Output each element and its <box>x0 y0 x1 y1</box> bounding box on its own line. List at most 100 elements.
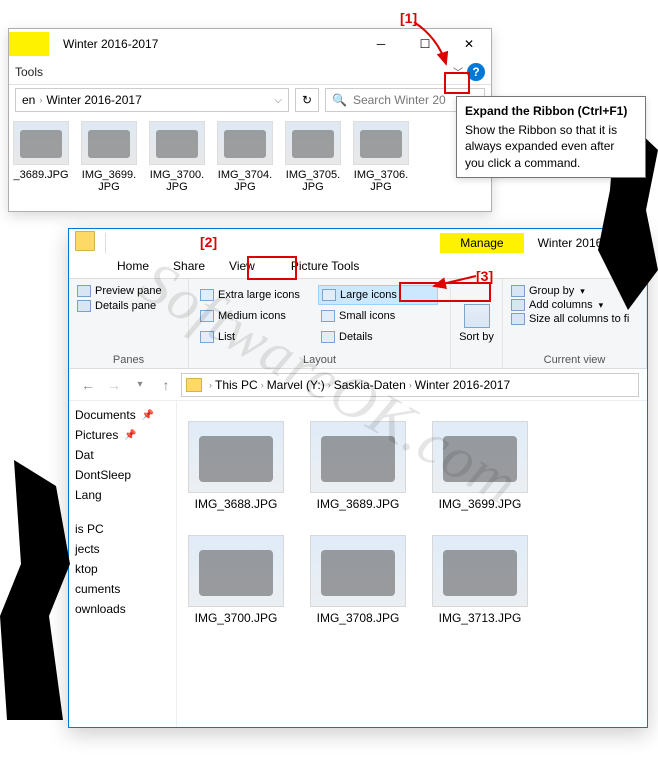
thumbnail-image <box>310 535 406 607</box>
nav-item-lang[interactable]: Lang <box>73 487 172 503</box>
file-thumbnail[interactable]: IMG_3689.JPG <box>309 421 407 511</box>
menu-tools[interactable]: Tools <box>15 65 43 79</box>
addressbar-dropdown-icon[interactable]: ⌵ <box>274 95 282 106</box>
label: Documents <box>75 408 136 422</box>
layout-icon <box>321 331 335 343</box>
file-thumbnail[interactable]: IMG_3705.JPG <box>285 121 341 193</box>
preview-pane-button[interactable]: Preview pane <box>77 285 180 297</box>
file-thumbnail[interactable]: IMG_3700.JPG <box>187 535 285 625</box>
file-thumbnail[interactable]: IMG_3706.JPG <box>353 121 409 193</box>
file-thumbnail[interactable]: IMG_3713.JPG <box>431 535 529 625</box>
file-thumbnail[interactable]: IMG_3699.JPG <box>81 121 137 193</box>
nav-back-button[interactable]: ← <box>77 374 99 396</box>
preview-pane-icon <box>77 285 91 297</box>
qat-separator <box>105 233 111 253</box>
file-name: IMG_3705.JPG <box>285 169 341 193</box>
file-name: _3689.JPG <box>13 169 68 181</box>
titlebar[interactable]: Manage Winter 2016-2017 <box>69 229 647 253</box>
file-thumbnail[interactable]: IMG_3699.JPG <box>431 421 529 511</box>
thumbnail-image <box>432 421 528 493</box>
file-thumbnail[interactable]: IMG_3704.JPG <box>217 121 273 193</box>
breadcrumb-segment[interactable]: Winter 2016-2017 <box>415 378 510 392</box>
folder-icon <box>186 378 202 392</box>
breadcrumb-segment[interactable]: Winter 2016-2017 <box>46 93 141 107</box>
layout-icon <box>200 289 214 301</box>
nav-item-downloads[interactable]: ownloads <box>73 601 172 617</box>
label: Details <box>339 331 373 343</box>
details-pane-icon <box>77 300 91 312</box>
nav-history-dropdown[interactable]: ▾ <box>129 374 151 396</box>
tab-share[interactable]: Share <box>161 255 217 277</box>
layout-icon <box>321 310 335 322</box>
label: jects <box>75 542 100 556</box>
breadcrumb-segment[interactable]: Saskia-Daten <box>334 378 406 392</box>
file-name: IMG_3706.JPG <box>353 169 409 193</box>
highlight-box-expand-ribbon <box>444 72 470 94</box>
nav-up-button[interactable]: ↑ <box>155 374 177 396</box>
file-thumbnail[interactable]: _3689.JPG <box>13 121 69 193</box>
file-thumbnail[interactable]: IMG_3700.JPG <box>149 121 205 193</box>
label: Add columns <box>529 299 593 311</box>
nav-item-documents2[interactable]: cuments <box>73 581 172 597</box>
thumbnail-image <box>310 421 406 493</box>
nav-item-dontsleep[interactable]: DontSleep <box>73 467 172 483</box>
thumbnail-image <box>188 535 284 607</box>
nav-item-this-pc[interactable]: is PC <box>73 521 172 537</box>
breadcrumb-separator: › <box>209 380 212 390</box>
nav-item-documents[interactable]: Documents📌 <box>73 407 172 423</box>
address-bar[interactable]: › This PC › Marvel (Y:) › Saskia-Daten ›… <box>181 373 639 397</box>
file-list: _3689.JPG IMG_3699.JPG IMG_3700.JPG IMG_… <box>9 115 491 199</box>
window-body: Documents📌 Pictures📌 Dat DontSleep Lang … <box>69 401 647 727</box>
nav-item-dat[interactable]: Dat <box>73 447 172 463</box>
layout-details[interactable]: Details <box>318 327 438 347</box>
chevron-down-icon: ▾ <box>580 286 585 297</box>
label: Size all columns to fi <box>529 313 629 325</box>
label: cuments <box>75 582 120 596</box>
annotation-1: [1] <box>400 10 417 26</box>
group-label: Layout <box>197 354 442 366</box>
thumbnail-image <box>353 121 409 165</box>
window-title: Winter 2016-2017 <box>63 37 359 51</box>
size-columns-button[interactable]: Size all columns to fi <box>511 313 638 325</box>
file-thumbnail[interactable]: IMG_3688.JPG <box>187 421 285 511</box>
file-thumbnail[interactable]: IMG_3708.JPG <box>309 535 407 625</box>
nav-item-pictures[interactable]: Pictures 📌 <box>73 427 172 443</box>
breadcrumb-segment[interactable]: en <box>22 93 35 107</box>
tooltip-title: Expand the Ribbon (Ctrl+F1) <box>465 103 637 119</box>
refresh-button[interactable]: ↻ <box>295 88 319 112</box>
pin-icon: 📌 <box>124 430 136 441</box>
layout-medium-icons[interactable]: Medium icons <box>197 306 317 326</box>
layout-small-icons[interactable]: Small icons <box>318 306 438 326</box>
nav-item-desktop[interactable]: ktop <box>73 561 172 577</box>
label: Extra large icons <box>218 289 300 301</box>
label: Group by <box>529 285 574 297</box>
details-pane-button[interactable]: Details pane <box>77 300 180 312</box>
nav-forward-button[interactable]: → <box>103 374 125 396</box>
thumbnail-image <box>188 421 284 493</box>
address-bar[interactable]: en › Winter 2016-2017 ⌵ <box>15 88 289 112</box>
explorer-window-expanded: Manage Winter 2016-2017 Home Share View … <box>68 228 648 728</box>
breadcrumb-separator: › <box>328 380 331 390</box>
search-placeholder: Search Winter 20 <box>353 93 446 107</box>
annotation-3: [3] <box>476 268 493 284</box>
label: Pictures <box>75 428 118 442</box>
layout-icon <box>200 331 214 343</box>
nav-item-3d-objects[interactable]: jects <box>73 541 172 557</box>
breadcrumb-segment[interactable]: This PC <box>215 378 258 392</box>
close-button[interactable]: ✕ <box>447 29 491 59</box>
thumbnail-image <box>432 535 528 607</box>
layout-icon <box>200 310 214 322</box>
breadcrumb-separator: › <box>409 380 412 390</box>
breadcrumb-segment[interactable]: Marvel (Y:) <box>267 378 325 392</box>
sort-by-button[interactable]: Sort by <box>459 331 494 343</box>
tab-home[interactable]: Home <box>105 255 161 277</box>
file-area[interactable]: IMG_3688.JPG IMG_3689.JPG IMG_3699.JPG I… <box>177 401 647 727</box>
layout-extra-large-icons[interactable]: Extra large icons <box>197 285 317 305</box>
file-name: IMG_3713.JPG <box>439 611 522 625</box>
chevron-down-icon: ▾ <box>599 300 604 311</box>
contextual-tab-manage[interactable]: Manage <box>440 233 523 253</box>
file-name: IMG_3688.JPG <box>195 497 278 511</box>
layout-list[interactable]: List <box>197 327 317 347</box>
add-columns-button[interactable]: Add columns ▾ <box>511 299 638 311</box>
minimize-button[interactable]: ─ <box>359 29 403 59</box>
